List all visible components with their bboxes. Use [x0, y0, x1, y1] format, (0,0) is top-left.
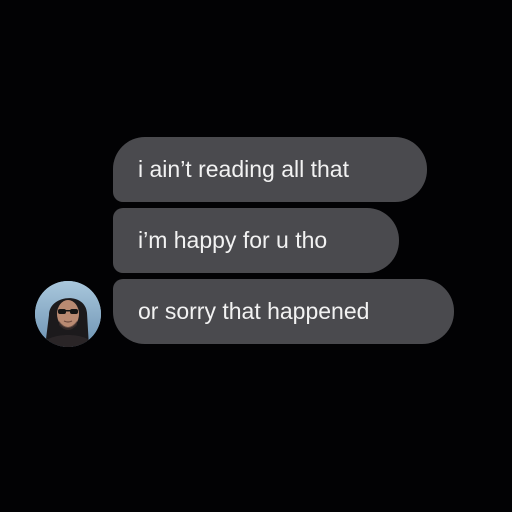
sender-avatar[interactable]	[35, 281, 101, 347]
message-bubble[interactable]: i’m happy for u tho	[113, 208, 399, 273]
message-bubble[interactable]: i ain’t reading all that	[113, 137, 427, 202]
message-thread: i ain’t reading all that i’m happy for u…	[0, 0, 512, 512]
message-bubble[interactable]: or sorry that happened	[113, 279, 454, 344]
chat-screen: i ain’t reading all that i’m happy for u…	[0, 0, 512, 512]
person-with-sunglasses-avatar-icon	[35, 281, 101, 347]
